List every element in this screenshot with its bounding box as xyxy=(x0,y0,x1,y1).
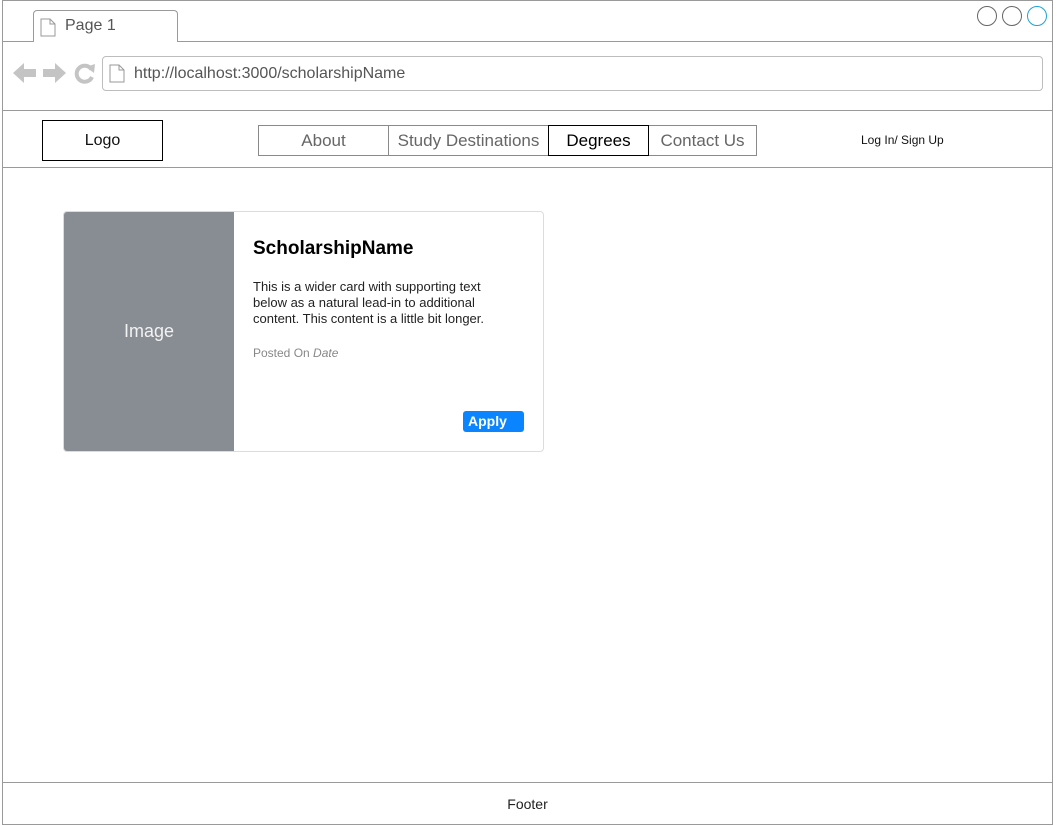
card-image-placeholder: Image xyxy=(64,212,234,451)
card-description: This is a wider card with supporting tex… xyxy=(253,279,485,326)
window-minimize-button[interactable] xyxy=(977,6,997,26)
card-title: ScholarshipName xyxy=(253,238,414,259)
window-maximize-button[interactable] xyxy=(1002,6,1022,26)
address-bar[interactable]: http://localhost:3000/scholarshipName xyxy=(102,56,1043,91)
scholarship-card: Image ScholarshipName This is a wider ca… xyxy=(63,211,544,452)
posted-date-value: Date xyxy=(313,346,339,360)
address-bar-row: http://localhost:3000/scholarshipName xyxy=(3,42,1052,111)
forward-arrow-icon[interactable] xyxy=(42,62,66,89)
reload-icon[interactable] xyxy=(73,63,96,90)
logo[interactable]: Logo xyxy=(42,120,163,161)
page-icon xyxy=(40,18,56,42)
page-icon xyxy=(109,64,125,88)
browser-window: Page 1 http://localhost:3000/scholarship… xyxy=(2,0,1053,825)
image-placeholder-label: Image xyxy=(123,321,175,341)
nav-item-contact-us[interactable]: Contact Us xyxy=(648,125,757,156)
tab-bar: Page 1 xyxy=(3,1,1052,42)
nav-item-about[interactable]: About xyxy=(258,125,389,156)
main-nav: About Study Destinations Degrees Contact… xyxy=(258,125,757,156)
login-signup-link[interactable]: Log In/ Sign Up xyxy=(861,133,944,147)
nav-item-study-destinations[interactable]: Study Destinations xyxy=(388,125,549,156)
tab-title: Page 1 xyxy=(65,17,116,34)
footer: Footer xyxy=(3,782,1052,825)
url-text: http://localhost:3000/scholarshipName xyxy=(134,65,406,82)
browser-tab[interactable]: Page 1 xyxy=(33,10,178,42)
footer-label: Footer xyxy=(507,796,548,812)
posted-prefix: Posted On xyxy=(253,346,310,360)
apply-button[interactable]: Apply xyxy=(463,411,524,432)
site-header: Logo About Study Destinations Degrees Co… xyxy=(3,111,1052,168)
back-arrow-icon[interactable] xyxy=(13,62,37,89)
window-close-button[interactable] xyxy=(1027,6,1047,26)
posted-date: Posted On Date xyxy=(253,346,338,360)
nav-item-degrees[interactable]: Degrees xyxy=(548,125,649,156)
